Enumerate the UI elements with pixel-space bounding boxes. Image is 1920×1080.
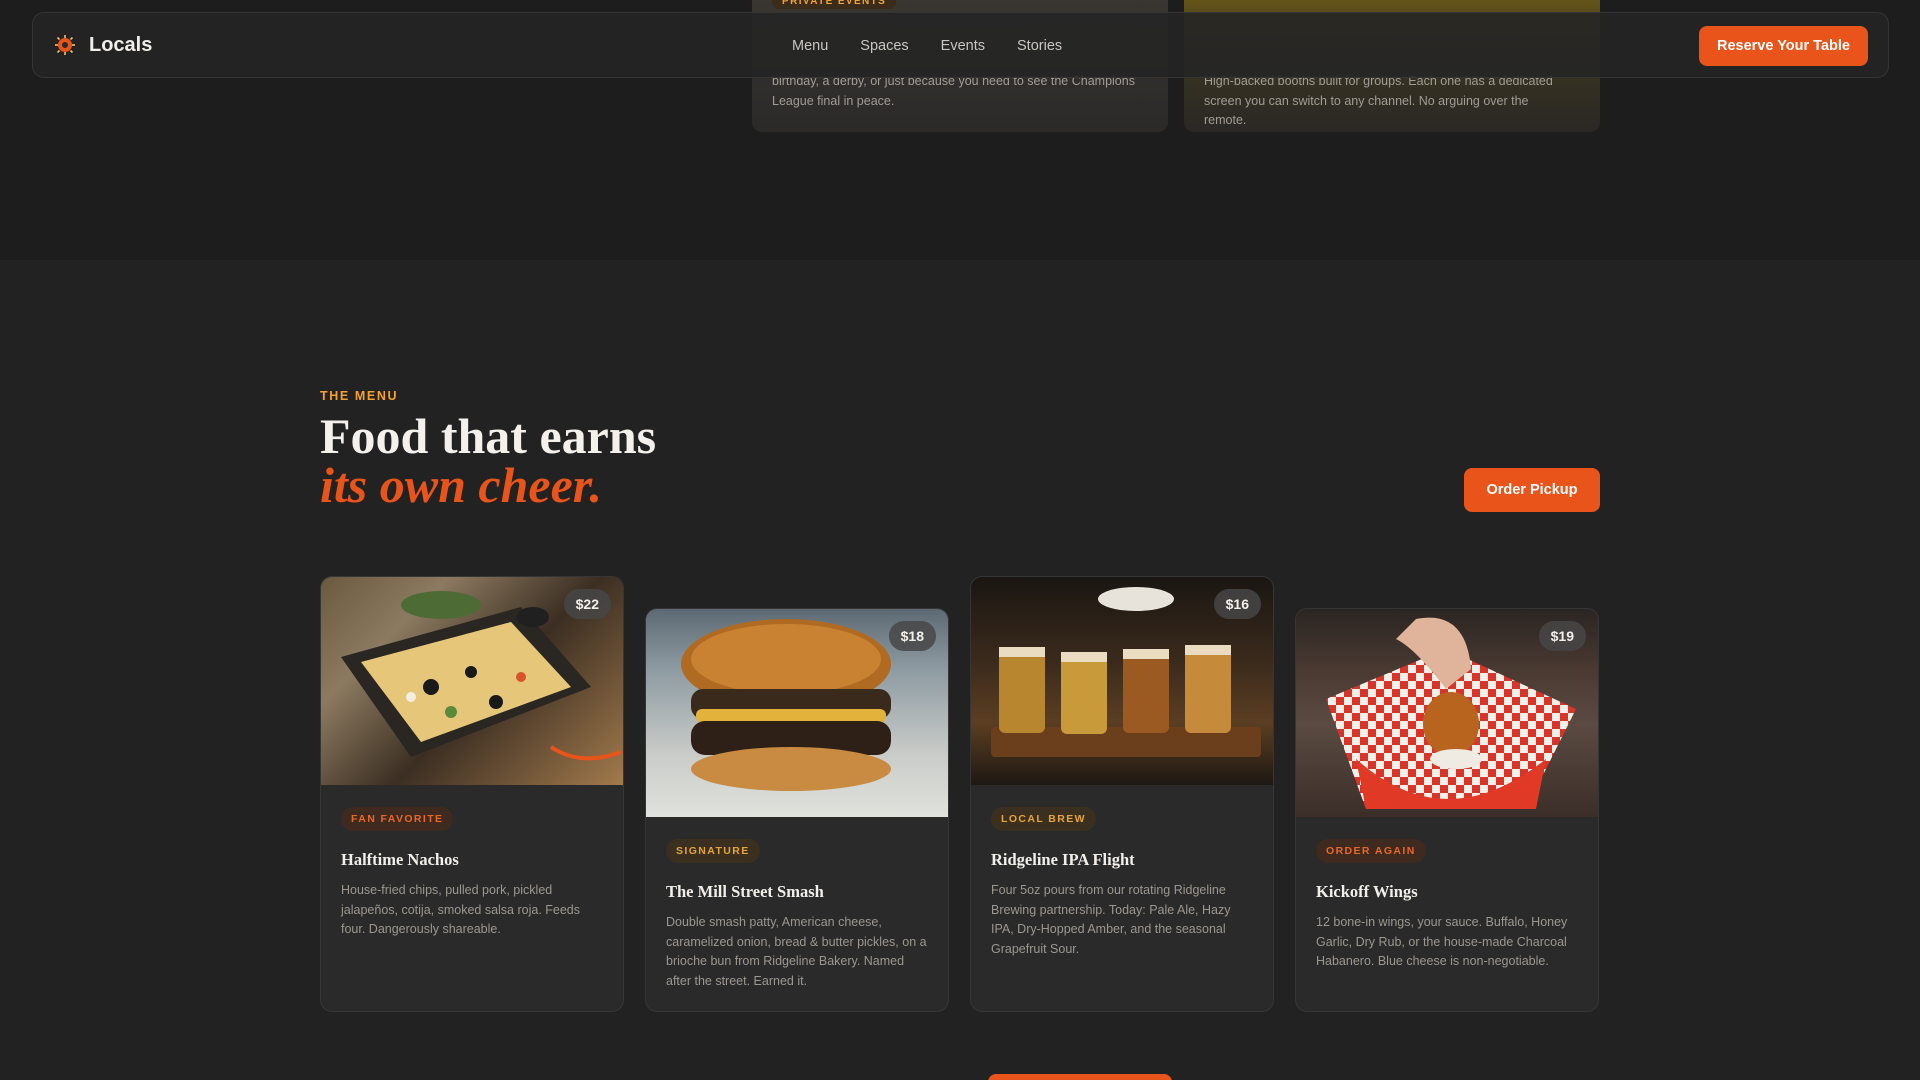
category-badge: ORDER AGAIN [1316,839,1426,863]
category-badge: LOCAL BREW [991,807,1096,831]
headline-line-1: Food that earns [320,408,657,464]
view-full-menu-button[interactable] [988,1074,1172,1080]
category-badge: FAN FAVORITE [341,807,454,831]
category-badge: SIGNATURE [666,839,760,863]
booths-desc: High-backed booths built for groups. Eac… [1204,74,1553,127]
price-badge: $16 [1213,589,1261,619]
price-badge: $18 [888,621,936,651]
private-events-tag: PRIVATE EVENTS [772,0,897,9]
price-badge: $22 [563,589,611,619]
nav-events[interactable]: Events [941,38,985,54]
brand-name: Locals [89,33,153,56]
reserve-table-button[interactable]: Reserve Your Table [1699,26,1868,66]
item-description: 12 bone-in wings, your sauce. Buffalo, H… [1316,915,1568,968]
price-badge: $19 [1538,621,1586,651]
menu-card-wings[interactable]: $19 ORDER AGAIN Kickoff Wings 12 bone-in… [1295,608,1599,1012]
item-name: The Mill Street Smash [666,882,824,901]
burger-image: $18 [646,609,948,817]
item-description: Four 5oz pours from our rotating Ridgeli… [991,883,1231,956]
nachos-image: $22 [321,577,623,785]
order-pickup-button[interactable]: Order Pickup [1464,468,1600,512]
ball-logo-icon [55,35,75,55]
item-description: Double smash patty, American cheese, car… [666,915,927,988]
site-header: Locals Menu Spaces Events Stories Reserv… [32,12,1889,78]
brand-logo[interactable]: Locals [53,33,152,57]
wings-image: $19 [1296,609,1598,817]
nav-spaces[interactable]: Spaces [860,38,908,54]
headline-line-2: its own cheer. [320,457,602,513]
nav-menu[interactable]: Menu [792,38,828,54]
beer-flight-image: $16 [971,577,1273,785]
main-nav: Menu Spaces Events Stories [792,13,1062,79]
nav-stories[interactable]: Stories [1017,38,1062,54]
menu-card-burger[interactable]: $18 SIGNATURE The Mill Street Smash Doub… [645,608,949,1012]
item-name: Halftime Nachos [341,850,459,869]
menu-headline: Food that earns its own cheer. [320,411,656,513]
menu-card-nachos[interactable]: $22 FAN FAVORITE Halftime Nachos House-f… [320,576,624,1012]
menu-eyebrow: THE MENU [320,389,399,403]
item-name: Ridgeline IPA Flight [991,850,1135,869]
item-description: House-fried chips, pulled pork, pickled … [341,883,581,936]
item-name: Kickoff Wings [1316,882,1418,901]
menu-card-beer-flight[interactable]: $16 LOCAL BREW Ridgeline IPA Flight Four… [970,576,1274,1012]
